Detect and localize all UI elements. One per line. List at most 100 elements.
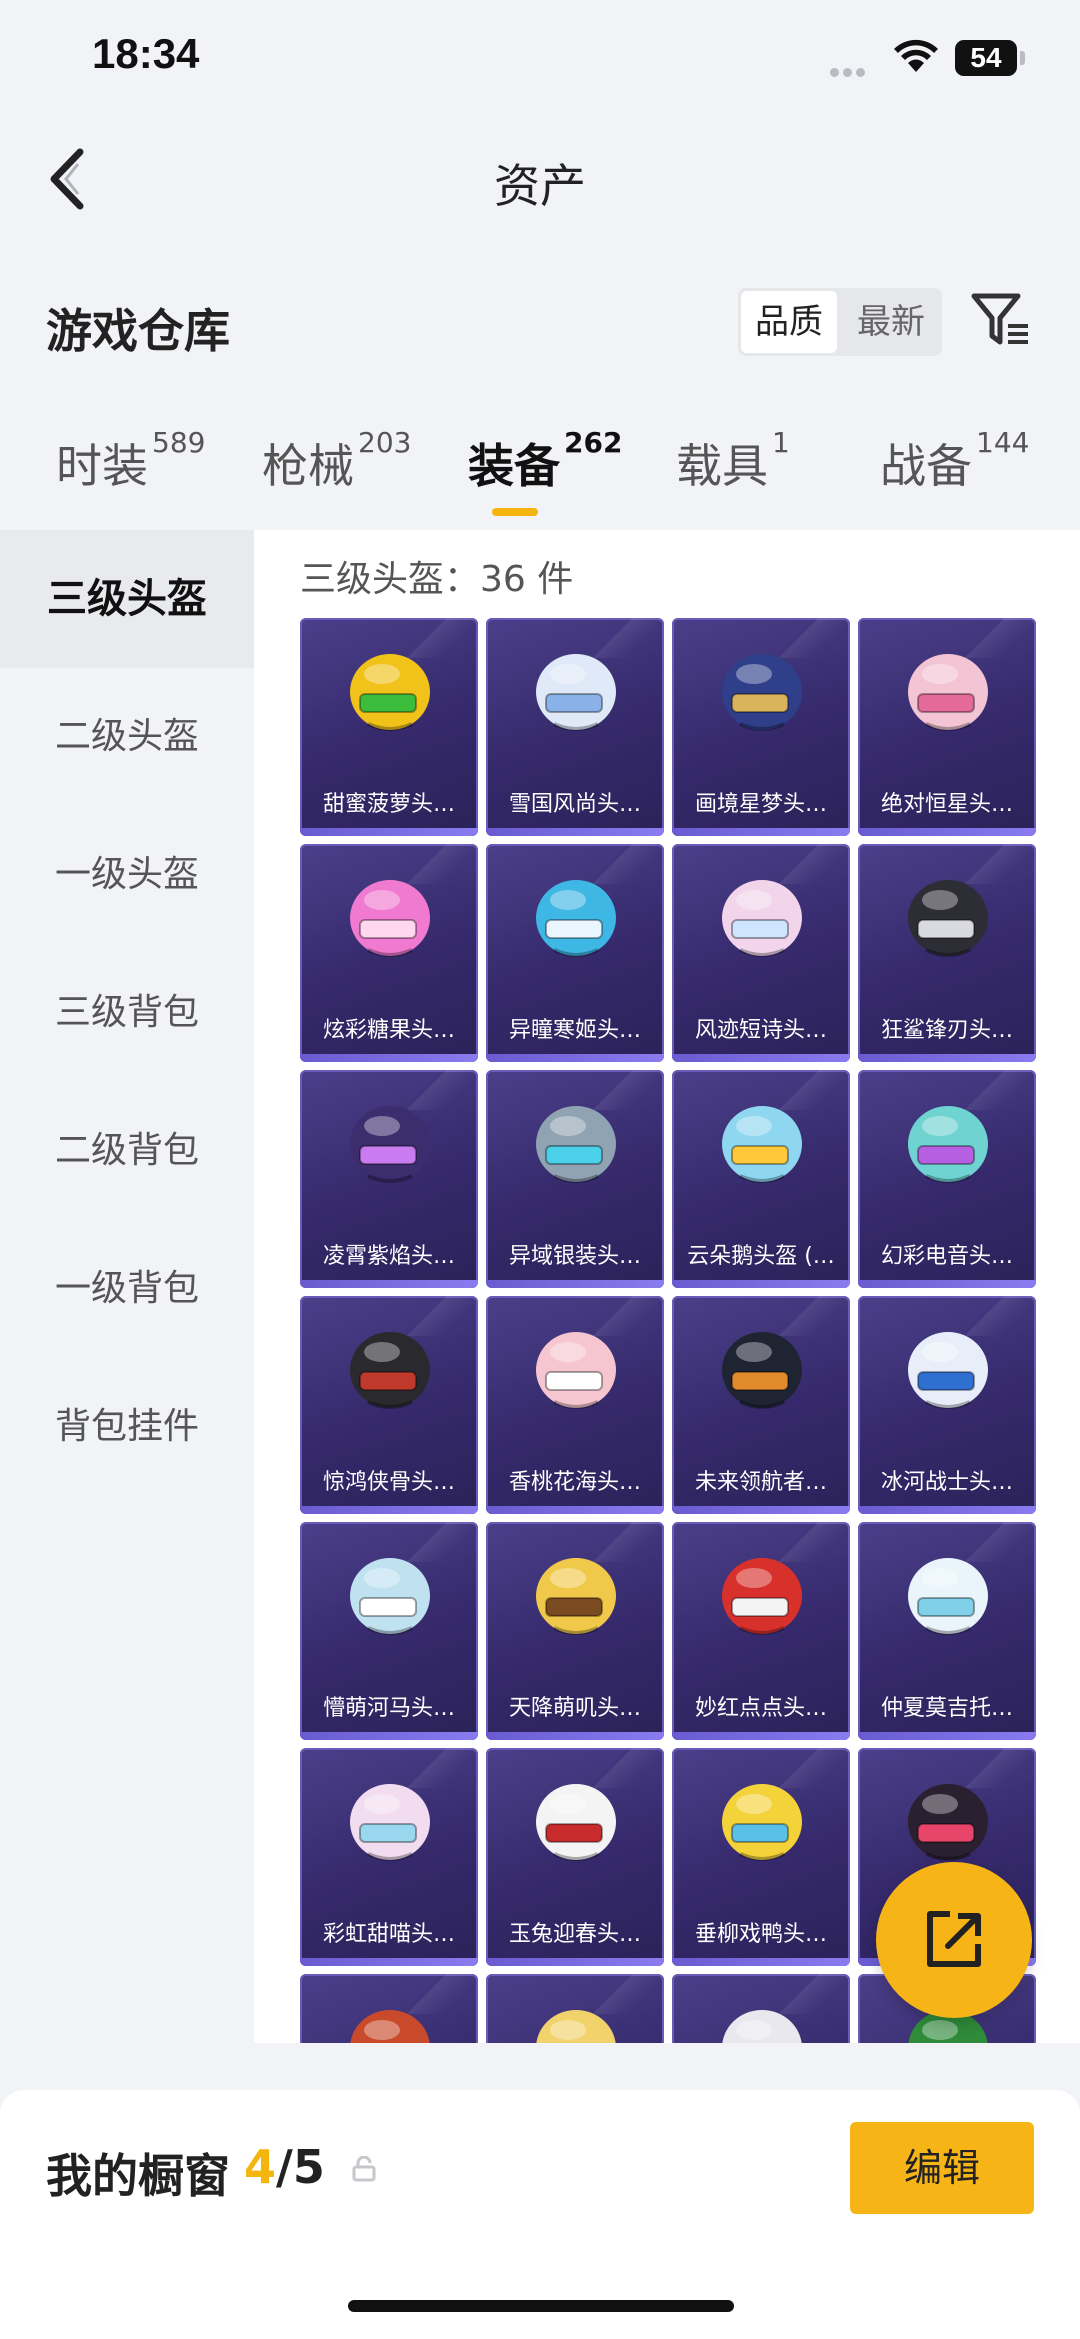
item-card[interactable]: 懵萌河马头… [300,1522,478,1740]
item-name: 幻彩电音头… [880,1244,1013,1269]
helmet-icon [722,1106,802,1183]
sort-newest-button[interactable]: 最新 [843,291,939,353]
helmet-icon [536,654,616,731]
item-name: 冰河战士头… [880,1470,1013,1495]
helmet-icon [350,880,430,957]
item-name: 仲夏莫吉托… [880,1696,1013,1721]
filter-icon[interactable] [968,290,1032,352]
helmet-icon [722,1784,802,1861]
item-name: 雪国风尚头… [508,792,641,817]
item-card[interactable]: 凌霄紫焰头… [300,1070,478,1288]
sidebar-item-level2-backpack[interactable]: 二级背包 [0,1082,254,1220]
sidebar-item-level3-backpack[interactable]: 三级背包 [0,944,254,1082]
category-tabs: 时装 589 枪械 203 装备 262 载具 1 战备 144 [0,426,1080,530]
item-name: 狂鲨锋刃头… [880,1018,1013,1043]
sidebar-item-level1-backpack[interactable]: 一级背包 [0,1220,254,1358]
item-card[interactable]: 风迹短诗头… [672,844,850,1062]
item-card[interactable]: 雪国风尚头… [486,618,664,836]
helmet-icon [908,1558,988,1635]
item-card[interactable]: 甜蜜菠萝头… [300,618,478,836]
helmet-icon [350,2010,430,2043]
tab-fashion[interactable]: 时装 589 [56,426,205,496]
sidebar-item-level1-helmet[interactable]: 一级头盔 [0,806,254,944]
item-card[interactable]: 香桃花海头… [486,1296,664,1514]
helmet-icon [908,880,988,957]
item-card[interactable] [300,1974,478,2043]
item-card[interactable]: 仲夏莫吉托… [858,1522,1036,1740]
item-name: 垂柳戏鸭头… [694,1922,827,1947]
helmet-icon [536,1784,616,1861]
status-bar: 18:34 54 [0,0,1080,120]
sidebar: 三级头盔 二级头盔 一级头盔 三级背包 二级背包 一级背包 背包挂件 [0,530,254,2043]
showcase-title: 我的橱窗 [46,2149,230,2203]
helmet-icon [722,654,802,731]
item-card[interactable]: 幻彩电音头… [858,1070,1036,1288]
item-name: 懵萌河马头… [322,1696,455,1721]
showcase-count: 4/5 [244,2140,325,2194]
item-card[interactable]: 天降萌叽头… [486,1522,664,1740]
tab-vehicles[interactable]: 载具 1 [676,426,790,496]
sidebar-item-level2-helmet[interactable]: 二级头盔 [0,668,254,806]
sidebar-item-level3-helmet[interactable]: 三级头盔 [0,530,254,668]
item-card[interactable]: 异域银装头… [486,1070,664,1288]
helmet-icon [908,654,988,731]
item-card[interactable] [672,1974,850,2043]
helmet-icon [350,654,430,731]
helmet-icon [350,1558,430,1635]
active-tab-indicator [492,508,538,516]
share-button[interactable] [876,1862,1032,2018]
page-title: 资产 [494,159,586,213]
helmet-icon [722,880,802,957]
lock-icon [352,2156,376,2182]
home-indicator [348,2300,734,2312]
item-name: 绝对恒星头… [880,792,1013,817]
item-card[interactable]: 惊鸿侠骨头… [300,1296,478,1514]
item-card[interactable] [486,1974,664,2043]
helmet-icon [536,880,616,957]
item-card[interactable]: 冰河战士头… [858,1296,1036,1514]
item-card[interactable]: 妙红点点头… [672,1522,850,1740]
helmet-icon [722,1332,802,1409]
item-card[interactable]: 狂鲨锋刃头… [858,844,1036,1062]
item-count: 三级头盔：36 件 [300,559,574,600]
wifi-icon [894,39,938,72]
helmet-icon [722,2010,802,2043]
item-name: 妙红点点头… [694,1696,827,1721]
item-card[interactable]: 异瞳寒姬头… [486,844,664,1062]
sort-toggle[interactable]: 品质 最新 [738,288,942,356]
signal-icon [830,62,880,77]
item-card[interactable]: 未来领航者… [672,1296,850,1514]
item-card[interactable]: 炫彩糖果头… [300,844,478,1062]
item-name: 彩虹甜喵头… [322,1922,455,1947]
battery-tip [1020,51,1025,65]
item-name: 甜蜜菠萝头… [322,792,455,817]
helmet-icon [536,2010,616,2043]
item-name: 炫彩糖果头… [322,1018,455,1043]
item-name: 异瞳寒姬头… [508,1018,641,1043]
item-name: 天降萌叽头… [508,1696,641,1721]
nav-bar: 资产 [0,130,1080,230]
item-card[interactable]: 绝对恒星头… [858,618,1036,836]
item-panel: 三级头盔：36 件 甜蜜菠萝头… 雪国风尚头… 画境星梦头… 绝对恒星头… 炫彩糖果头…… [254,530,1080,2043]
item-card[interactable]: 玉兔迎春头… [486,1748,664,1966]
item-name: 风迹短诗头… [694,1018,827,1043]
helmet-icon [536,1106,616,1183]
item-name: 云朵鹅头盔 (… [687,1244,835,1269]
item-card[interactable]: 彩虹甜喵头… [300,1748,478,1966]
helmet-icon [350,1784,430,1861]
helmet-icon [536,1558,616,1635]
item-card[interactable]: 云朵鹅头盔 (… [672,1070,850,1288]
sort-quality-button[interactable]: 品质 [741,291,837,353]
tab-weapons[interactable]: 枪械 203 [262,426,411,496]
warehouse-title: 游戏仓库 [46,304,230,358]
tab-supplies[interactable]: 战备 144 [880,426,1029,496]
tab-equipment[interactable]: 装备 262 [468,426,622,496]
item-name: 香桃花海头… [508,1470,641,1495]
helmet-icon [350,1332,430,1409]
item-name: 未来领航者… [694,1470,827,1495]
sidebar-item-backpack-charm[interactable]: 背包挂件 [0,1358,254,1496]
item-card[interactable]: 垂柳戏鸭头… [672,1748,850,1966]
edit-button[interactable]: 编辑 [850,2122,1034,2214]
item-card[interactable]: 画境星梦头… [672,618,850,836]
helmet-icon [350,1106,430,1183]
